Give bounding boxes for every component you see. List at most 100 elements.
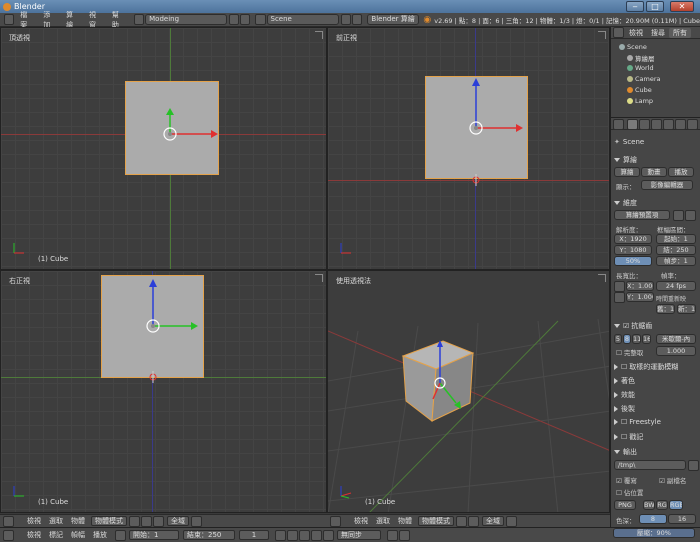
- output-path-field[interactable]: /tmp\: [614, 460, 686, 470]
- menu-marker[interactable]: 標記: [45, 530, 67, 540]
- transform-gizmo[interactable]: [141, 106, 221, 186]
- outliner-item-lamp[interactable]: Lamp: [627, 97, 653, 105]
- outliner-item-render-layers[interactable]: 算繪層: [627, 53, 655, 63]
- aspect-y-field[interactable]: Y：1.000: [626, 292, 654, 302]
- layout-field[interactable]: Modeing: [145, 14, 227, 25]
- outliner-item-world[interactable]: World: [627, 64, 654, 72]
- performance-section[interactable]: 效能: [614, 390, 635, 400]
- aa-samples-11[interactable]: 11: [632, 334, 641, 344]
- scene-field[interactable]: Scene: [266, 14, 339, 25]
- aa-samples-16[interactable]: 16: [642, 334, 651, 344]
- shading-section[interactable]: 著色: [614, 376, 635, 386]
- keying-icon[interactable]: [387, 529, 398, 541]
- transform-gizmo[interactable]: [125, 276, 205, 396]
- remove-preset-icon[interactable]: [685, 210, 696, 221]
- freestyle-section[interactable]: ☐ Freestyle: [614, 418, 661, 426]
- checkbox-icon[interactable]: ☐: [621, 418, 627, 426]
- color-mode-bw[interactable]: BW: [643, 500, 655, 510]
- preset-dropdown[interactable]: 算繪預置項: [614, 210, 670, 220]
- checkbox-icon[interactable]: ☐: [621, 433, 627, 441]
- crop-icon[interactable]: [614, 292, 625, 303]
- layers-icon[interactable]: [191, 515, 202, 527]
- remap-new-field[interactable]: 新：1: [677, 304, 696, 314]
- resolution-x-field[interactable]: X：1920: [614, 234, 652, 244]
- compression-slider[interactable]: 壓縮：90%: [613, 528, 695, 538]
- post-processing-section[interactable]: 後製: [614, 404, 635, 414]
- close-button[interactable]: ✕: [670, 1, 694, 12]
- border-icon[interactable]: [614, 281, 625, 292]
- full-sample-checkbox[interactable]: ☐ 完整取: [616, 347, 643, 357]
- file-format-dropdown[interactable]: PNG: [614, 500, 636, 510]
- menu-view[interactable]: 檢視: [23, 516, 45, 526]
- menu-playback[interactable]: 播放: [89, 530, 111, 540]
- viewport-perspective[interactable]: 使用透視法 (1) Cube: [327, 270, 610, 513]
- outliner-item-cube[interactable]: Cube: [627, 86, 652, 94]
- area-split-handle[interactable]: [598, 31, 606, 39]
- sync-dropdown[interactable]: 無同步: [337, 530, 381, 540]
- pivot-icon[interactable]: [468, 515, 479, 527]
- aa-samples-8[interactable]: 8: [623, 334, 631, 344]
- minimize-button[interactable]: ‒: [626, 1, 644, 12]
- shading-icon[interactable]: [456, 515, 467, 527]
- remove-layout-icon[interactable]: [239, 14, 251, 25]
- remove-scene-icon[interactable]: [352, 14, 363, 25]
- menu-select[interactable]: 選取: [372, 516, 394, 526]
- world-tab-icon[interactable]: [663, 119, 674, 130]
- layers-icon[interactable]: [506, 515, 517, 527]
- menu-view[interactable]: 檢視: [350, 516, 372, 526]
- outliner-tab-view[interactable]: 檢視: [625, 28, 647, 38]
- orientation-dropdown[interactable]: 全域: [167, 516, 189, 526]
- color-depth-8[interactable]: 8: [639, 514, 667, 524]
- keyframe-icon[interactable]: [399, 529, 410, 541]
- modifier-tab-icon[interactable]: [687, 119, 698, 130]
- next-key-icon[interactable]: [311, 529, 322, 541]
- area-split-handle[interactable]: [598, 274, 606, 282]
- play-icon[interactable]: [299, 529, 310, 541]
- outliner-tab-all[interactable]: 所有: [669, 27, 691, 38]
- record-icon[interactable]: [115, 529, 126, 541]
- orientation-dropdown[interactable]: 全域: [482, 516, 504, 526]
- transform-gizmo[interactable]: [448, 73, 528, 218]
- viewport-top[interactable]: 頂透視 (1) Cube: [0, 27, 327, 270]
- jump-start-icon[interactable]: [275, 529, 286, 541]
- render-engine-dropdown[interactable]: Blender 算繪: [367, 14, 420, 25]
- viewport-right[interactable]: 右正視 (1) Cube: [0, 270, 327, 513]
- color-mode-rgb[interactable]: RG: [656, 500, 668, 510]
- outliner-item-scene[interactable]: Scene: [619, 43, 647, 51]
- overwrite-checkbox[interactable]: ☑ 覆寫: [616, 475, 637, 485]
- object-tab-icon[interactable]: [675, 119, 686, 130]
- outliner-item-camera[interactable]: Camera: [627, 75, 661, 83]
- resolution-percent-slider[interactable]: 50%: [614, 256, 652, 266]
- frame-step-field[interactable]: 幀步：1: [656, 256, 696, 266]
- mode-dropdown[interactable]: 物體模式: [418, 516, 454, 526]
- maximize-button[interactable]: □: [646, 1, 664, 12]
- area-split-handle[interactable]: [315, 31, 323, 39]
- viewport-front[interactable]: 前正視: [327, 27, 610, 270]
- play-button[interactable]: 播放: [668, 167, 694, 177]
- start-frame-field[interactable]: 開始：1: [129, 530, 179, 540]
- fps-dropdown[interactable]: 24 fps: [656, 281, 696, 291]
- menu-select[interactable]: 選取: [45, 516, 67, 526]
- filter-size-field[interactable]: 1.000: [656, 346, 696, 356]
- render-layers-tab-icon[interactable]: [639, 119, 650, 130]
- add-scene-icon[interactable]: [340, 14, 352, 25]
- placeholders-checkbox[interactable]: ☐ 佔位置: [616, 487, 643, 497]
- stamp-section[interactable]: ☐ 戳記: [614, 432, 643, 442]
- shading-icon[interactable]: [129, 515, 140, 527]
- dimensions-section-header[interactable]: 維度: [614, 198, 637, 208]
- editor-type-icon[interactable]: [3, 515, 14, 527]
- outliner-tab-search[interactable]: 搜尋: [647, 28, 669, 38]
- display-dropdown[interactable]: 影像編輯器: [641, 180, 693, 190]
- layout-icon[interactable]: [133, 14, 145, 25]
- end-frame-field[interactable]: 結束：250: [183, 530, 235, 540]
- current-frame-field[interactable]: 1: [239, 530, 269, 540]
- render-button[interactable]: 算繪: [614, 167, 640, 177]
- editor-type-icon[interactable]: [613, 119, 624, 130]
- aspect-x-field[interactable]: X：1.000: [626, 281, 654, 291]
- motion-blur-section[interactable]: ☐ 取樣的運動模糊: [614, 362, 678, 372]
- mode-dropdown[interactable]: 物體模式: [91, 516, 127, 526]
- render-tab-icon[interactable]: [627, 119, 638, 130]
- menu-view[interactable]: 檢視: [23, 530, 45, 540]
- menu-object[interactable]: 物體: [394, 516, 416, 526]
- scene-icon[interactable]: [255, 14, 266, 25]
